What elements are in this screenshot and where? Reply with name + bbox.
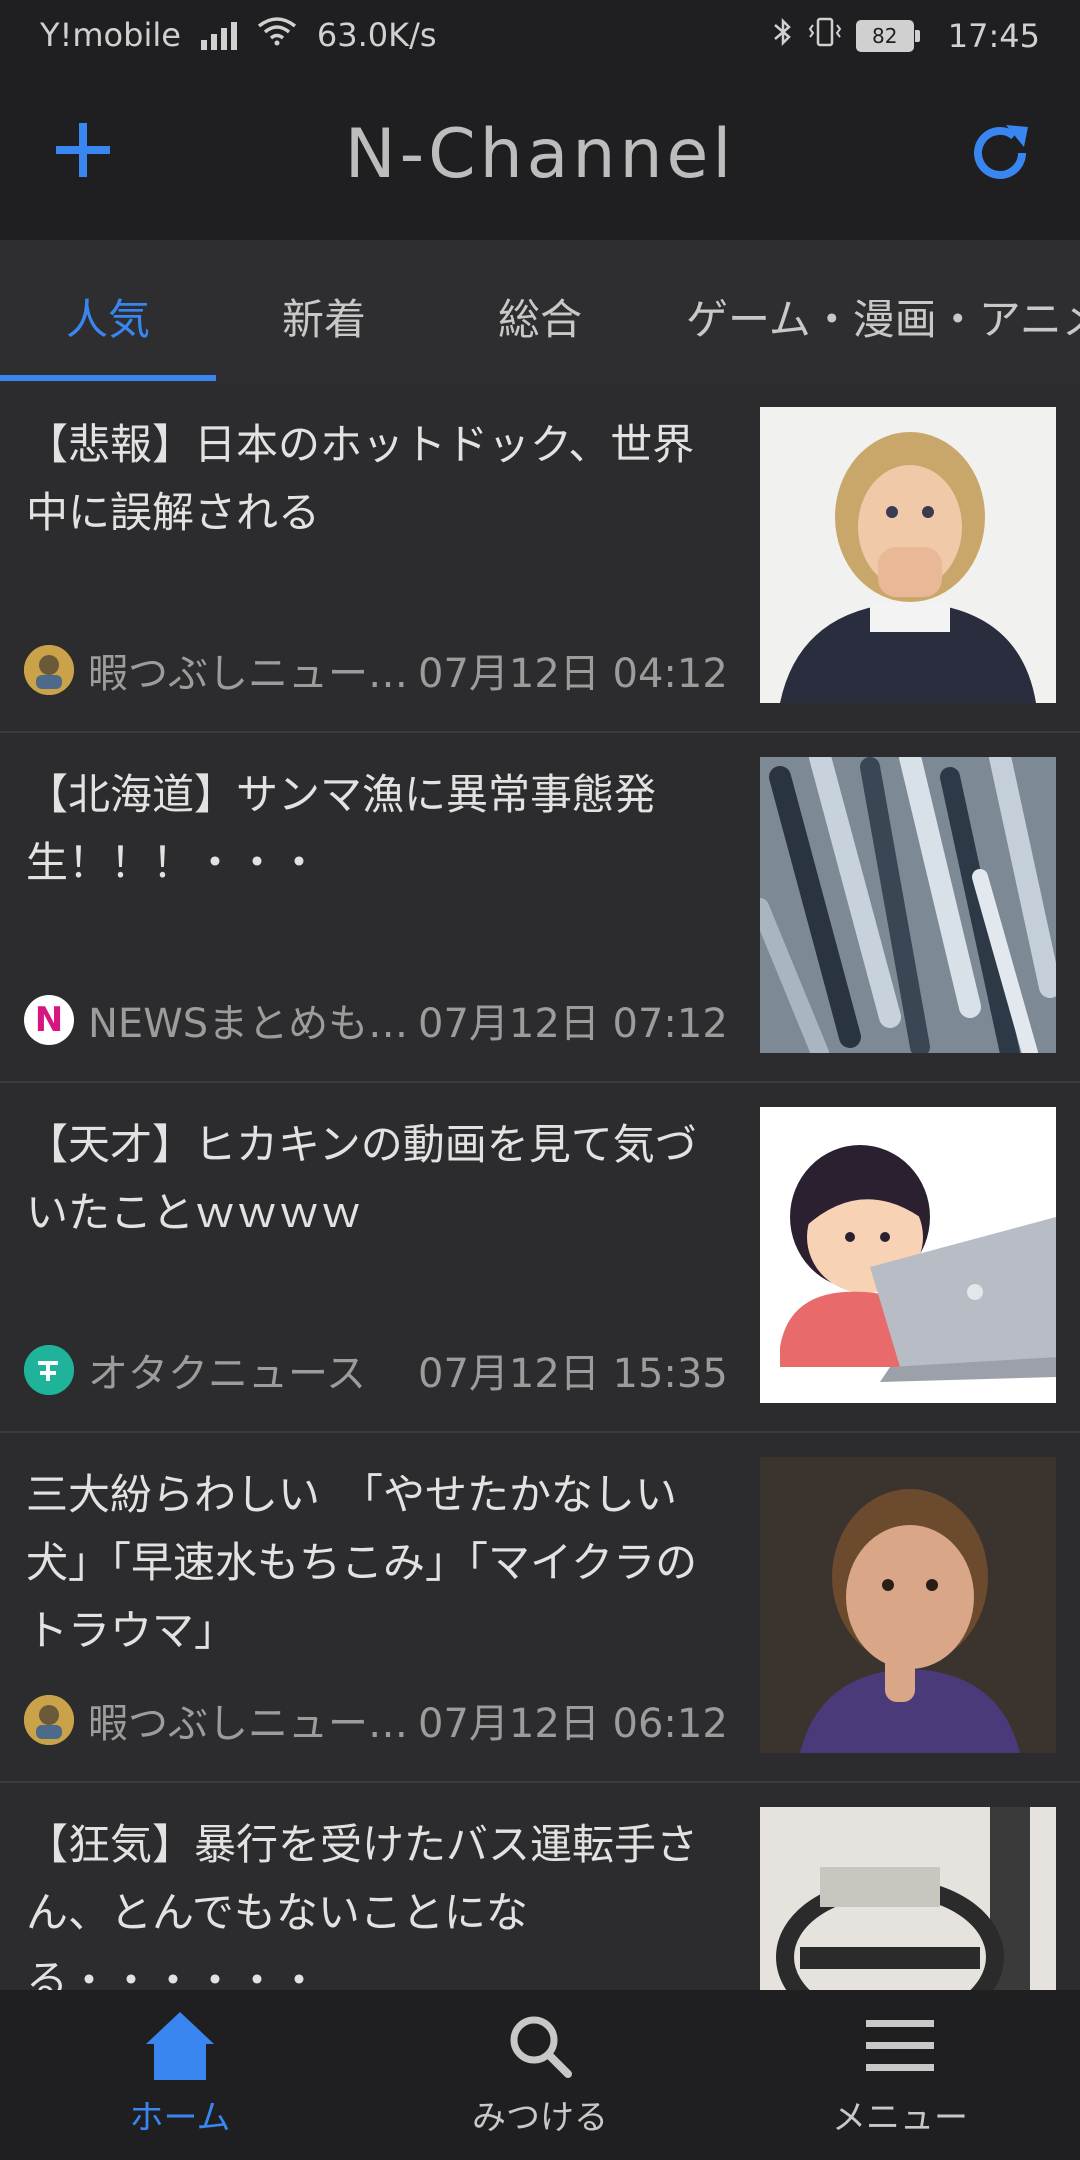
- article-meta: オタクニュース 07月12日 15:35: [24, 1341, 728, 1399]
- article-title: 【悲報】日本のホットドック、世界中に誤解される: [26, 420, 695, 537]
- article-title: 【狂気】暴行を受けたバス運転手さん、とんでもないことになる・・・・・・: [26, 1820, 699, 1990]
- search-icon: [510, 2016, 572, 2078]
- bluetooth-icon: [772, 16, 794, 56]
- article-meta: 暇つぶしニュー… 07月12日 04:12: [24, 641, 728, 699]
- home-icon: [146, 2012, 214, 2080]
- tab-new[interactable]: 新着: [282, 286, 366, 347]
- article-title: 【天才】ヒカキンの動画を見て気づいたことｗｗｗｗ: [26, 1120, 697, 1237]
- refresh-button[interactable]: [966, 117, 1038, 189]
- tab-general[interactable]: 総合: [498, 286, 582, 347]
- screen: Y!mobile 63.0K/s 82 17:45 N-Channel 人気 新…: [0, 0, 1080, 2160]
- status-bar: Y!mobile 63.0K/s 82 17:45: [0, 0, 1080, 75]
- article-list[interactable]: 【悲報】日本のホットドック、世界中に誤解される 暇つぶしニュー… 07月12日 …: [0, 383, 1080, 1990]
- article-thumbnail: [760, 1807, 1056, 1990]
- menu-icon: [866, 2020, 934, 2071]
- article-meta: N NEWSまとめも… 07月12日 07:12: [24, 991, 728, 1049]
- article-thumbnail: [760, 407, 1056, 703]
- nav-home[interactable]: ホーム: [30, 2008, 330, 2139]
- signal-icon: [200, 20, 237, 50]
- source-avatar-icon: [24, 645, 74, 695]
- nav-menu-label: メニュー: [832, 2098, 968, 2138]
- article-date: 07月12日 06:12: [418, 1701, 728, 1747]
- nav-discover[interactable]: みつける: [390, 2008, 690, 2139]
- tab-game-manga-anime[interactable]: ゲーム・漫画・アニメ: [686, 286, 1080, 347]
- carrier-label: Y!mobile: [40, 16, 181, 54]
- article-source: 暇つぶしニュー…: [88, 1701, 408, 1747]
- source-avatar-icon: [24, 1345, 74, 1395]
- list-item[interactable]: 【悲報】日本のホットドック、世界中に誤解される 暇つぶしニュー… 07月12日 …: [0, 383, 1080, 733]
- article-thumbnail: [760, 1107, 1056, 1403]
- nav-discover-label: みつける: [472, 2098, 608, 2138]
- network-speed: 63.0K/s: [316, 16, 437, 54]
- list-item[interactable]: 三大紛らわしい 「やせたかなしい犬」「早速水もちこみ」「マイクラのトラウマ」 暇…: [0, 1433, 1080, 1783]
- article-meta: 暇つぶしニュー… 07月12日 06:12: [24, 1691, 728, 1749]
- list-item[interactable]: 【狂気】暴行を受けたバス運転手さん、とんでもないことになる・・・・・・: [0, 1783, 1080, 1990]
- article-title: 【北海道】サンマ漁に異常事態発生！！！・・・: [26, 770, 657, 887]
- article-thumbnail: [760, 1457, 1056, 1753]
- category-tabs: 人気 新着 総合 ゲーム・漫画・アニメ: [0, 240, 1080, 384]
- article-date: 07月12日 07:12: [418, 1001, 728, 1047]
- wifi-icon: [257, 16, 297, 54]
- vibrate-icon: [808, 16, 842, 56]
- nav-menu[interactable]: メニュー: [750, 2008, 1050, 2139]
- refresh-icon: [974, 125, 1028, 179]
- nav-home-label: ホーム: [129, 2098, 231, 2138]
- article-date: 07月12日 15:35: [418, 1351, 728, 1397]
- clock: 17:45: [947, 17, 1040, 55]
- article-source: NEWSまとめも…: [88, 1001, 409, 1047]
- bottom-navigation: ホーム みつける メニュー: [0, 1990, 1080, 2160]
- source-avatar-icon: N: [24, 995, 74, 1045]
- app-title: N-Channel: [344, 115, 736, 194]
- battery-icon: 82: [855, 20, 920, 52]
- source-avatar-icon: [24, 1695, 74, 1745]
- tab-popular[interactable]: 人気: [66, 286, 150, 347]
- article-date: 07月12日 04:12: [418, 651, 728, 697]
- list-item[interactable]: 【天才】ヒカキンの動画を見て気づいたことｗｗｗｗ オタクニュース 07月12日 …: [0, 1083, 1080, 1433]
- article-source: オタクニュース: [88, 1351, 366, 1397]
- article-thumbnail: [760, 757, 1056, 1053]
- article-title: 三大紛らわしい 「やせたかなしい犬」「早速水もちこみ」「マイクラのトラウマ」: [26, 1470, 698, 1655]
- tab-indicator: [0, 375, 216, 381]
- list-item[interactable]: 【北海道】サンマ漁に異常事態発生！！！・・・ N NEWSまとめも… 07月12…: [0, 733, 1080, 1083]
- app-bar: N-Channel: [0, 75, 1080, 240]
- article-source: 暇つぶしニュー…: [88, 651, 408, 697]
